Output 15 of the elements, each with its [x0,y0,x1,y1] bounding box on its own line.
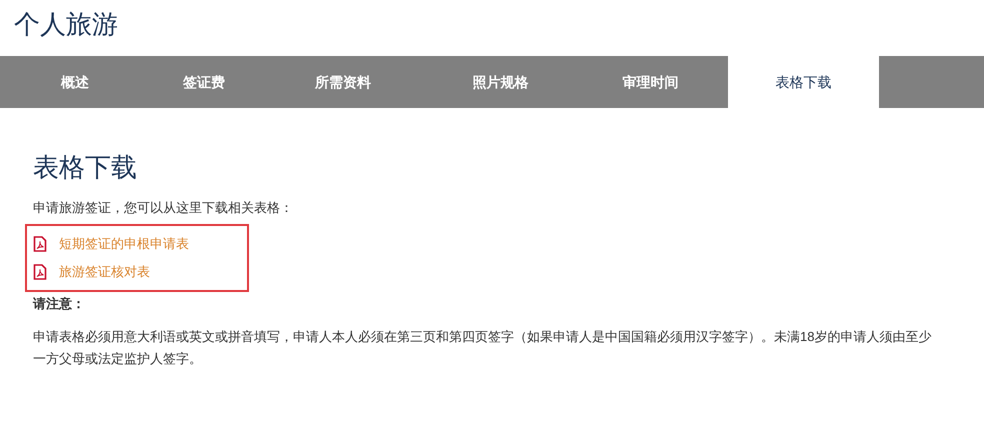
section-title: 表格下载 [33,151,138,184]
tab[interactable]: 表格下载 [728,56,879,108]
note-text: 申请表格必须用意大利语或英文或拼音填写，申请人本人必须在第三页和第四页签字（如果申请人是中国国籍必须用汉字签字）。未满18岁的申请人须由至少一方父母或法定监护人签字。 [33,328,932,368]
tab[interactable]: 审理时间 [573,56,728,108]
pdf-icon [33,236,47,252]
tab[interactable]: 所需资料 [258,56,428,108]
download-link[interactable]: 短期签证的申根申请表 [59,234,189,254]
tab[interactable]: 概述 [0,56,150,108]
page-title: 个人旅游 [13,8,119,41]
tab[interactable]: 签证费 [150,56,258,108]
pdf-icon [33,264,47,280]
download-link[interactable]: 旅游签证核对表 [59,262,150,282]
note-heading: 请注意： [33,295,86,313]
intro-text: 申请旅游签证，您可以从这里下载相关表格： [33,199,294,217]
tab[interactable]: 照片规格 [428,56,573,108]
